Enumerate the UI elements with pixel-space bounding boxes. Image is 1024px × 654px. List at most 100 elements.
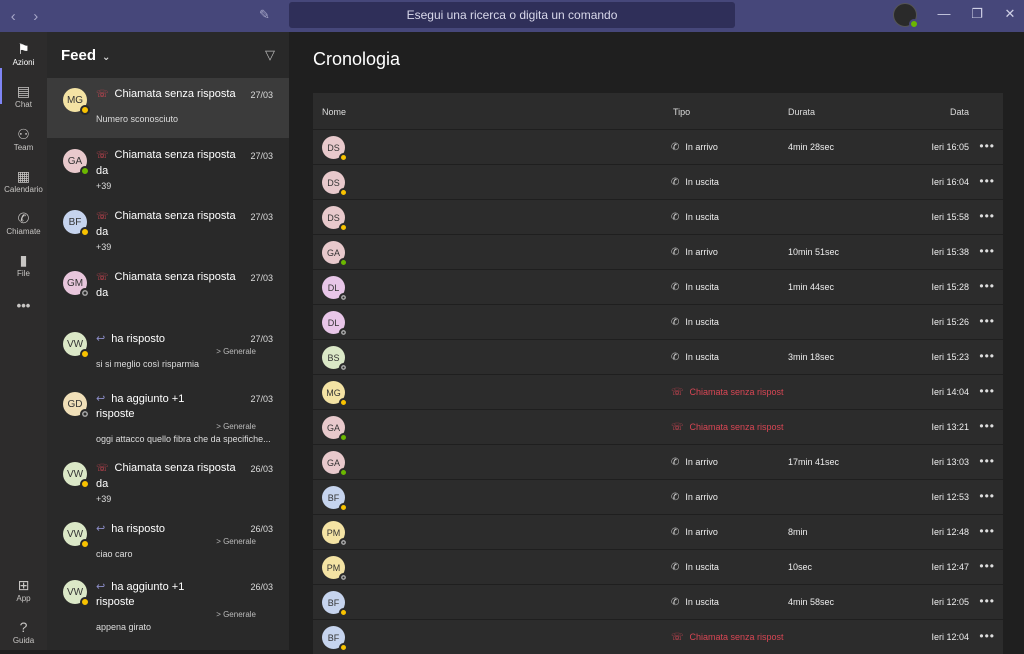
call-date: Ieri 15:26 — [931, 317, 969, 327]
feed-item-preview: appena girato — [96, 622, 152, 632]
call-type-text: In arrivo — [685, 492, 718, 502]
feed-item-date: 27/03 — [250, 273, 273, 283]
avatar-initials: GD — [67, 398, 83, 410]
rail-item-calendario[interactable]: ▦ Calendario — [0, 167, 47, 194]
compose-icon[interactable]: ✎ — [259, 7, 270, 23]
chat-icon: ▤ — [16, 83, 31, 99]
rail-item-team[interactable]: ⚇ Team — [0, 125, 47, 152]
feed-item[interactable]: VW ☏ Chiamata senza risposta 26/03 da +39 — [47, 452, 289, 512]
feed-item[interactable]: MG ☏ Chiamata senza risposta 27/03 Numero sc… — [47, 78, 289, 138]
phone-icon: ✆ — [671, 177, 680, 188]
feed-item-title-text: Chiamata senza risposta — [114, 88, 236, 100]
close-icon[interactable]: ✕ — [998, 6, 1022, 22]
rail-item-chiamate[interactable]: ✆ Chiamate — [0, 209, 47, 236]
feed-item[interactable]: VW ↩ ha aggiunto +1 26/03 risposte > Generale… — [47, 570, 289, 632]
avatar-initials: PM — [326, 527, 341, 538]
more-options-icon[interactable]: ••• — [979, 174, 995, 188]
search-input[interactable]: Esegui una ricerca o digita un comando — [289, 2, 735, 28]
feed-item[interactable]: GA ☏ Chiamata senza risposta 27/03 da +39 — [47, 139, 289, 200]
table-row[interactable]: BS ✆ In uscita 3min 18sec Ieri 15:23 ••• — [313, 339, 1003, 374]
more-options-icon[interactable]: ••• — [979, 419, 995, 433]
column-header-tipo[interactable]: Tipo — [673, 107, 690, 117]
more-apps-icon[interactable]: ••• — [0, 298, 47, 313]
table-row[interactable]: DS ✆ In uscita Ieri 16:04 ••• — [313, 164, 1003, 199]
more-options-icon[interactable]: ••• — [979, 384, 995, 398]
call-type-text: In arrivo — [685, 457, 718, 467]
maximize-icon[interactable]: ❐ — [965, 6, 989, 22]
table-row[interactable]: MG ☏ Chiamata senza rispost Ieri 14:04 ••• — [313, 374, 1003, 409]
table-row[interactable]: DL ✆ In uscita Ieri 15:26 ••• — [313, 304, 1003, 339]
missed-call-icon: ☏ — [96, 272, 109, 283]
call-date: Ieri 12:53 — [931, 492, 969, 502]
call-type-text: Chiamata senza rispost — [689, 632, 784, 642]
table-row[interactable]: PM ✆ In arrivo 8min Ieri 12:48 ••• — [313, 514, 1003, 549]
more-options-icon[interactable]: ••• — [979, 594, 995, 608]
phone-icon: ✆ — [671, 457, 680, 468]
more-options-icon[interactable]: ••• — [979, 244, 995, 258]
feed-item[interactable]: GM ☏ Chiamata senza risposta 27/03 da — [47, 261, 289, 322]
table-row[interactable]: DS ✆ In arrivo 4min 28sec Ieri 16:05 ••• — [313, 129, 1003, 164]
rail-item-file[interactable]: ▮ File — [0, 251, 47, 278]
table-row[interactable]: PM ✆ In uscita 10sec Ieri 12:47 ••• — [313, 549, 1003, 584]
call-duration: 4min 58sec — [788, 597, 835, 607]
presence-icon — [80, 349, 90, 359]
avatar: BF — [63, 210, 90, 237]
feed-title: Feed — [61, 46, 97, 64]
feed-item[interactable]: GD ↩ ha aggiunto +1 27/03 risposte > Generale… — [47, 382, 289, 452]
table-row[interactable]: GA ☏ Chiamata senza rispost Ieri 13:21 ••• — [313, 409, 1003, 444]
rail-item-azioni[interactable]: ⚑ Azioni — [0, 40, 47, 67]
more-options-icon[interactable]: ••• — [979, 279, 995, 293]
avatar: BS — [322, 346, 348, 372]
presence-icon — [339, 538, 348, 547]
rail-item-app[interactable]: ⊞ App — [0, 576, 47, 603]
rail-item-chat[interactable]: ▤ Chat — [0, 82, 47, 109]
table-row[interactable]: BF ✆ In arrivo Ieri 12:53 ••• — [313, 479, 1003, 514]
user-avatar[interactable] — [893, 3, 919, 29]
table-row[interactable]: GA ✆ In arrivo 10min 51sec Ieri 15:38 ••• — [313, 234, 1003, 269]
feed-item[interactable]: VW ↩ ha risposto 27/03 > Generale si si megli… — [47, 322, 289, 382]
avatar-initials: VW — [66, 468, 84, 480]
more-options-icon[interactable]: ••• — [979, 139, 995, 153]
more-options-icon[interactable]: ••• — [979, 349, 995, 363]
more-options-icon[interactable]: ••• — [979, 629, 995, 643]
avatar-initials: BF — [68, 216, 82, 228]
call-duration: 1min 44sec — [788, 282, 835, 292]
chevron-down-icon: ⌄ — [102, 51, 111, 63]
call-type: ✆ In uscita — [671, 562, 719, 573]
avatar: DL — [322, 276, 348, 302]
more-options-icon[interactable]: ••• — [979, 524, 995, 538]
missed-call-icon: ☏ — [96, 150, 109, 161]
more-options-icon[interactable]: ••• — [979, 209, 995, 223]
filter-icon[interactable]: ▽ — [265, 47, 275, 63]
table-row[interactable]: BF ☏ Chiamata senza rispost Ieri 12:04 ••• — [313, 619, 1003, 654]
column-header-data[interactable]: Data — [950, 107, 969, 117]
rail-item-guida[interactable]: ? Guida — [0, 618, 47, 645]
call-date: Ieri 15:38 — [931, 247, 969, 257]
table-row[interactable]: DL ✆ In uscita 1min 44sec Ieri 15:28 ••• — [313, 269, 1003, 304]
table-row[interactable]: BF ✆ In uscita 4min 58sec Ieri 12:05 ••• — [313, 584, 1003, 619]
table-row[interactable]: GA ✆ In arrivo 17min 41sec Ieri 13:03 ••• — [313, 444, 1003, 479]
forward-arrow-icon[interactable]: › — [33, 8, 38, 25]
more-options-icon[interactable]: ••• — [979, 314, 995, 328]
feed-dropdown[interactable]: Feed ⌄ — [61, 47, 110, 64]
rail-item-label: Chat — [15, 100, 32, 109]
more-options-icon[interactable]: ••• — [979, 454, 995, 468]
avatar-initials: DS — [327, 177, 340, 188]
avatar: PM — [322, 556, 348, 582]
column-header-durata[interactable]: Durata — [788, 107, 815, 117]
call-duration: 10sec — [788, 562, 813, 572]
call-type: ☏ Chiamata senza rispost — [671, 632, 784, 643]
column-header-nome[interactable]: Nome — [322, 107, 346, 117]
reply-arrow-icon: ↩ — [96, 523, 106, 535]
minimize-icon[interactable]: — — [932, 6, 956, 21]
call-history-panel: Cronologia Nome Tipo Durata Data DS ✆ In a… — [289, 32, 1024, 654]
feed-item[interactable]: VW ↩ ha risposto 26/03 > Generale ciao caro — [47, 512, 289, 570]
more-options-icon[interactable]: ••• — [979, 489, 995, 503]
feed-item-title: ☏ Chiamata senza risposta — [96, 210, 236, 222]
back-arrow-icon[interactable]: ‹ — [11, 8, 16, 25]
more-options-icon[interactable]: ••• — [979, 559, 995, 573]
feed-item-title: ☏ Chiamata senza risposta — [96, 271, 236, 283]
feed-item[interactable]: BF ☏ Chiamata senza risposta 27/03 da +39 — [47, 200, 289, 261]
table-row[interactable]: DS ✆ In uscita Ieri 15:58 ••• — [313, 199, 1003, 234]
feed-item-title-text: ha aggiunto +1 — [111, 393, 185, 405]
